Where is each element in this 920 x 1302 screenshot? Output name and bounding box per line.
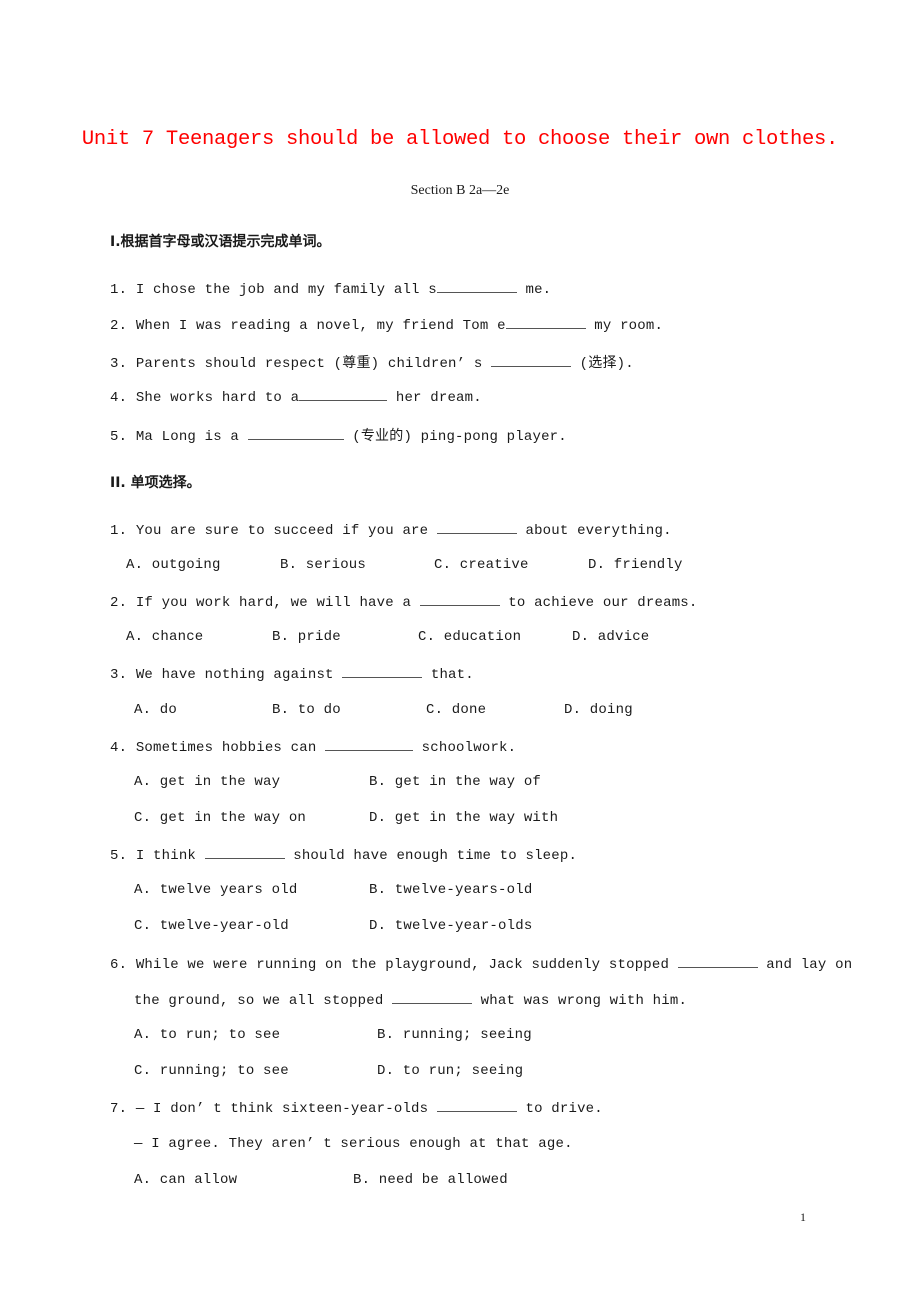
- option-c[interactable]: C. education: [418, 629, 521, 645]
- option-d[interactable]: D. doing: [564, 702, 633, 718]
- question-text: If you work hard, we will have a: [135, 595, 420, 611]
- part2-heading: II. 单项选择。: [110, 475, 201, 491]
- question-3: 3. We have nothing against that.: [110, 665, 474, 683]
- question-6-line-2: the ground, so we all stopped what was w…: [134, 991, 687, 1009]
- item-number: 3.: [110, 356, 128, 372]
- option-c[interactable]: C. running; to see: [134, 1063, 289, 1079]
- question-number: 5.: [110, 848, 128, 864]
- item-text: me.: [516, 282, 552, 298]
- question-6: 6. While we were running on the playgrou…: [110, 955, 852, 973]
- option-b[interactable]: B. need be allowed: [353, 1172, 508, 1188]
- option-b[interactable]: B. get in the way of: [369, 774, 541, 790]
- question-number: 3.: [110, 667, 128, 683]
- question-text: to drive.: [516, 1101, 603, 1117]
- answer-blank[interactable]: [325, 738, 414, 751]
- item-text: (专业的) ping-pong player.: [343, 429, 567, 445]
- question-text: about everything.: [516, 523, 672, 539]
- question-text: what was wrong with him.: [472, 993, 688, 1009]
- item-number: 5.: [110, 429, 128, 445]
- item-text: She works hard to a: [135, 390, 300, 406]
- option-a[interactable]: A. twelve years old: [134, 882, 297, 898]
- document-title: Unit 7 Teenagers should be allowed to ch…: [81, 128, 839, 151]
- question-number: 1.: [110, 523, 128, 539]
- option-b[interactable]: B. serious: [280, 557, 366, 573]
- answer-blank[interactable]: [247, 427, 344, 440]
- question-number: 2.: [110, 595, 128, 611]
- item-number: 4.: [110, 390, 128, 406]
- question-2: 2. If you work hard, we will have a to a…: [110, 593, 698, 611]
- answer-blank[interactable]: [392, 991, 473, 1004]
- option-b[interactable]: B. running; seeing: [377, 1027, 532, 1043]
- answer-blank[interactable]: [204, 846, 285, 859]
- question-text: schoolwork.: [413, 740, 517, 756]
- answer-blank[interactable]: [342, 665, 423, 678]
- option-a[interactable]: A. do: [134, 702, 177, 718]
- option-d[interactable]: D. to run; seeing: [377, 1063, 523, 1079]
- option-b[interactable]: B. to do: [272, 702, 341, 718]
- question-7-line-2: — I agree. They aren’ t serious enough a…: [134, 1136, 573, 1152]
- item-text: Ma Long is a: [135, 429, 248, 445]
- option-d[interactable]: D. friendly: [588, 557, 683, 573]
- question-text: Sometimes hobbies can: [135, 740, 326, 756]
- item-text: her dream.: [387, 390, 482, 406]
- fill-item-1: 1. I chose the job and my family all s m…: [110, 280, 551, 298]
- fill-item-4: 4. She works hard to a her dream.: [110, 388, 482, 406]
- question-text: You are sure to succeed if you are: [135, 523, 437, 539]
- option-c[interactable]: C. twelve-year-old: [134, 918, 289, 934]
- part1-heading: I.根据首字母或汉语提示完成单词。: [110, 234, 331, 250]
- question-1: 1. You are sure to succeed if you are ab…: [110, 521, 672, 539]
- answer-blank[interactable]: [505, 316, 586, 329]
- option-a[interactable]: A. chance: [126, 629, 203, 645]
- option-a[interactable]: A. outgoing: [126, 557, 221, 573]
- item-text: When I was reading a novel, my friend To…: [135, 318, 506, 334]
- question-number: 4.: [110, 740, 128, 756]
- answer-blank[interactable]: [436, 280, 517, 293]
- question-number: 6.: [110, 957, 128, 973]
- answer-blank[interactable]: [436, 1099, 517, 1112]
- option-a[interactable]: A. to run; to see: [134, 1027, 280, 1043]
- option-d[interactable]: D. twelve-year-olds: [369, 918, 532, 934]
- answer-blank[interactable]: [677, 955, 758, 968]
- question-7: 7. — I don’ t think sixteen-year-olds to…: [110, 1099, 603, 1117]
- answer-blank[interactable]: [436, 521, 517, 534]
- option-d[interactable]: D. get in the way with: [369, 810, 558, 826]
- page-number: 1: [800, 1210, 806, 1224]
- item-text: (选择).: [571, 356, 634, 372]
- fill-item-3: 3. Parents should respect (尊重) children’…: [110, 352, 634, 372]
- option-a[interactable]: A. can allow: [134, 1172, 237, 1188]
- question-text: the ground, so we all stopped: [134, 993, 393, 1009]
- option-c[interactable]: C. done: [426, 702, 486, 718]
- item-text: Parents should respect (尊重) children’ s: [135, 356, 492, 372]
- answer-blank[interactable]: [491, 354, 572, 367]
- question-4: 4. Sometimes hobbies can schoolwork.: [110, 738, 516, 756]
- question-text: We have nothing against: [135, 667, 343, 683]
- question-text: should have enough time to sleep.: [284, 848, 578, 864]
- fill-item-5: 5. Ma Long is a (专业的) ping-pong player.: [110, 425, 567, 445]
- question-text: and lay on: [757, 957, 853, 973]
- answer-blank[interactable]: [299, 388, 388, 401]
- option-c[interactable]: C. creative: [434, 557, 529, 573]
- option-c[interactable]: C. get in the way on: [134, 810, 306, 826]
- section-subtitle: Section B 2a—2e: [410, 183, 510, 198]
- question-text: I think: [135, 848, 205, 864]
- question-text: to achieve our dreams.: [499, 595, 698, 611]
- option-b[interactable]: B. twelve-years-old: [369, 882, 532, 898]
- question-5: 5. I think should have enough time to sl…: [110, 846, 577, 864]
- option-a[interactable]: A. get in the way: [134, 774, 280, 790]
- question-text: that.: [422, 667, 474, 683]
- fill-item-2: 2. When I was reading a novel, my friend…: [110, 316, 663, 334]
- item-number: 2.: [110, 318, 128, 334]
- option-d[interactable]: D. advice: [572, 629, 649, 645]
- question-text: — I don’ t think sixteen-year-olds: [135, 1101, 437, 1117]
- item-text: my room.: [585, 318, 664, 334]
- item-number: 1.: [110, 282, 128, 298]
- item-text: I chose the job and my family all s: [135, 282, 437, 298]
- answer-blank[interactable]: [419, 593, 500, 606]
- question-number: 7.: [110, 1101, 128, 1117]
- question-text: While we were running on the playground,…: [135, 957, 678, 973]
- option-b[interactable]: B. pride: [272, 629, 341, 645]
